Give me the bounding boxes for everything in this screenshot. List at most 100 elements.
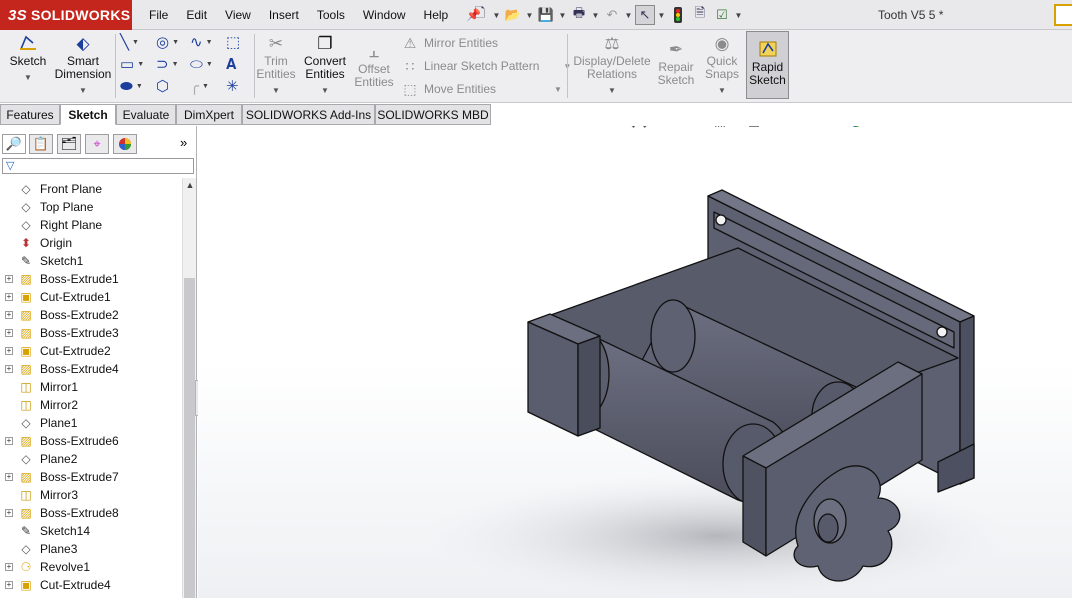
trim-dropdown-icon[interactable]: ▼ [272,84,280,97]
rebuild-traffic-light-icon[interactable] [668,5,688,25]
display-delete-relations-button[interactable]: ⚖ Display/Delete Relations ▼ [573,32,650,97]
scroll-up-icon[interactable]: ▲ [183,180,197,190]
tree-item[interactable]: + ▨ Boss-Extrude7 [0,468,182,486]
tree-item[interactable]: ⬍ Origin [0,234,182,252]
tab-features[interactable]: Features [0,104,60,125]
menu-tools[interactable]: Tools [308,8,354,22]
tree-item[interactable]: ◇ Plane2 [0,450,182,468]
tree-item[interactable]: ◇ Plane1 [0,414,182,432]
tab-solidworks-mbd[interactable]: SOLIDWORKS MBD [375,104,491,125]
trim-entities-button[interactable]: ✂ Trim Entities ▼ [256,32,296,97]
tree-item[interactable]: + ▨ Boss-Extrude4 [0,360,182,378]
sketch-button[interactable]: Sketch ▼ [8,32,48,84]
tab-dimxpert[interactable]: DimXpert [176,104,242,125]
configuration-manager-tab-icon[interactable]: 🗂 [57,134,81,154]
rapid-sketch-button[interactable]: Rapid Sketch [746,31,789,99]
tree-item[interactable]: + ▨ Boss-Extrude1 [0,270,182,288]
expand-toggle-icon[interactable]: + [5,473,13,481]
file-properties-icon[interactable]: 🗎 [690,5,710,25]
display-manager-tab-icon[interactable] [113,134,137,154]
tree-item[interactable]: ◫ Mirror2 [0,396,182,414]
select-dropdown-icon[interactable]: ▼ [657,11,666,20]
tree-item[interactable]: + ▣ Cut-Extrude1 [0,288,182,306]
sketch-text-box-icon[interactable]: ⬚ [226,32,256,52]
expand-toggle-icon[interactable]: + [5,563,13,571]
move-entities-dropdown-icon[interactable]: ▼ [554,85,562,94]
menu-help[interactable]: Help [415,8,458,22]
menu-file[interactable]: File [140,8,177,22]
mirror-entities-button[interactable]: ⚠ Mirror Entities [400,33,498,53]
select-pointer-icon[interactable]: ↖ [635,5,655,25]
tree-item[interactable]: ◇ Plane3 [0,540,182,558]
new-document-icon[interactable]: 🗋 [470,5,490,25]
open-folder-icon[interactable]: 📂 [503,5,523,25]
tree-filter[interactable]: ▽ [2,158,194,174]
convert-entities-button[interactable]: ❐ Convert Entities ▼ [302,32,348,97]
options-icon[interactable]: ☑ [712,5,732,25]
tree-item[interactable]: ◇ Right Plane [0,216,182,234]
menu-window[interactable]: Window [354,8,415,22]
new-dropdown-icon[interactable]: ▼ [492,11,501,20]
expand-toggle-icon[interactable]: + [5,293,13,301]
tree-item[interactable]: + ▨ Boss-Extrude8 [0,504,182,522]
expand-toggle-icon[interactable]: + [5,365,13,373]
expand-toggle-icon[interactable]: + [5,347,13,355]
rectangle-tool-icon[interactable]: ▭ ▼ [120,54,150,74]
print-icon[interactable]: 🖶 [569,5,589,25]
tab-solidworks-add-ins[interactable]: SOLIDWORKS Add-Ins [242,104,375,125]
model-view[interactable] [198,126,1072,598]
expand-toggle-icon[interactable]: + [5,275,13,283]
save-dropdown-icon[interactable]: ▼ [558,11,567,20]
graphics-area[interactable]: 🔍 🔎 ↶ ⧉ ⬚▼ ▣▼ ◒▼ ⊙▼ ☘▼ 🖵▼ [198,126,1072,598]
slot-tool-icon[interactable]: ⬬ ▼ [120,76,150,96]
tree-item[interactable]: ✎ Sketch1 [0,252,182,270]
expand-panel-chevron-icon[interactable]: » [180,135,187,150]
undo-icon[interactable]: ↶ [602,5,622,25]
text-tool-icon[interactable]: 𝐀 [226,54,256,74]
expand-toggle-icon[interactable]: + [5,581,13,589]
expand-toggle-icon[interactable]: + [5,509,13,517]
property-manager-tab-icon[interactable]: 📋 [29,134,53,154]
convert-dropdown-icon[interactable]: ▼ [321,84,329,97]
tree-item[interactable]: + ▣ Cut-Extrude4 [0,576,182,594]
dimxpert-manager-tab-icon[interactable]: ⌖ [85,134,109,154]
move-entities-button[interactable]: ⬚ Move Entities ▼ [400,79,562,99]
linear-sketch-pattern-button[interactable]: ∷ Linear Sketch Pattern ▼ [400,56,572,76]
fillet-tool-icon[interactable]: ╭ ▼ [190,76,220,96]
scroll-thumb[interactable] [184,278,195,598]
save-icon[interactable]: 💾 [536,5,556,25]
polygon-tool-icon[interactable]: ⬡ [156,76,186,96]
solidworks-logo[interactable]: 3S SOLIDWORKS [0,0,132,30]
smart-dimension-button[interactable]: ⬖ Smart Dimension ▼ [54,32,112,97]
tree-item[interactable]: + ⚆ Revolve1 [0,558,182,576]
tree-item[interactable]: + ▨ Boss-Extrude2 [0,306,182,324]
expand-toggle-icon[interactable]: + [5,329,13,337]
tab-sketch[interactable]: Sketch [60,104,116,125]
tree-item[interactable]: + ▨ Boss-Extrude3 [0,324,182,342]
repair-sketch-button[interactable]: ✒ Repair Sketch [656,38,696,87]
tree-item[interactable]: + ▣ Cut-Extrude2 [0,342,182,360]
search-tab-icon[interactable] [1054,4,1072,26]
arc-tool-icon[interactable]: ⊃ ▼ [156,54,186,74]
tree-scrollbar[interactable]: ▲ [182,178,196,598]
undo-dropdown-icon[interactable]: ▼ [624,11,633,20]
point-tool-icon[interactable]: ✳ [226,76,256,96]
tree-item[interactable]: + ▨ Boss-Extrude6 [0,432,182,450]
tree-item[interactable]: ◫ Mirror3 [0,486,182,504]
tree-item[interactable]: ◫ Mirror1 [0,378,182,396]
open-dropdown-icon[interactable]: ▼ [525,11,534,20]
smart-dimension-dropdown-icon[interactable]: ▼ [79,84,87,97]
tab-evaluate[interactable]: Evaluate [116,104,176,125]
menu-view[interactable]: View [216,8,260,22]
print-dropdown-icon[interactable]: ▼ [591,11,600,20]
tree-item[interactable]: ◇ Top Plane [0,198,182,216]
quick-snaps-dropdown-icon[interactable]: ▼ [718,84,726,97]
expand-toggle-icon[interactable]: + [5,437,13,445]
options-dropdown-icon[interactable]: ▼ [734,11,743,20]
sketch-dropdown-icon[interactable]: ▼ [24,71,32,84]
spline-tool-icon[interactable]: ∿ ▼ [190,32,220,52]
line-tool-icon[interactable]: ╲ ▼ [120,32,150,52]
feature-manager-tab-icon[interactable]: 🔎 [2,134,26,154]
relations-dropdown-icon[interactable]: ▼ [608,84,616,97]
tree-item[interactable]: ◇ Front Plane [0,180,182,198]
